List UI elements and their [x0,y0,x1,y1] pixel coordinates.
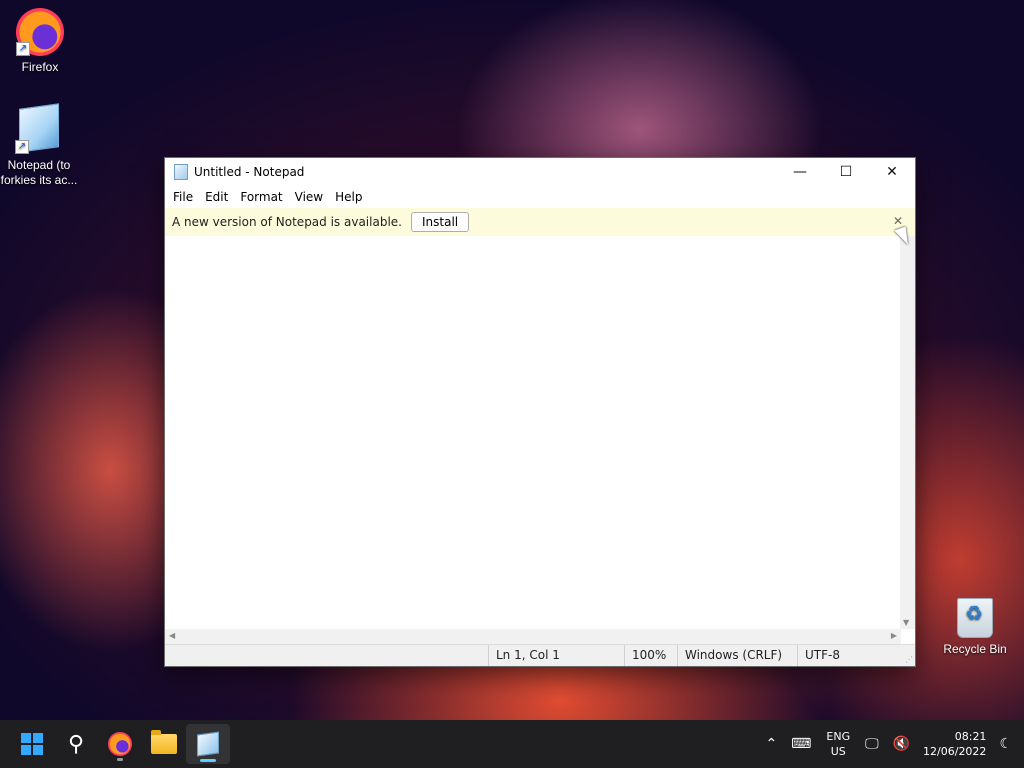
text-editor[interactable] [165,236,901,629]
chevron-up-icon[interactable]: ⌃ [758,736,784,752]
update-message: A new version of Notepad is available. [172,215,402,229]
resize-grip-icon[interactable]: ⋰ [905,655,913,664]
system-tray: ⌃ ⌨ ENG US 🖵 🔇 08:21 12/06/2022 ☾ [758,720,1024,768]
shortcut-arrow-icon: ↗ [16,42,30,56]
firefox-icon: ↗ [16,8,64,56]
vertical-scrollbar[interactable]: ▼ [900,236,915,629]
volume-muted-icon[interactable]: 🔇 [886,736,917,752]
shortcut-arrow-icon: ↗ [15,140,29,154]
notepad-window: Untitled - Notepad — ☐ ✕ File Edit Forma… [164,157,916,667]
desktop-icon-notepad[interactable]: ↗ Notepad (to forkies its ac... [0,103,78,188]
desktop-icon-label: Notepad (to forkies its ac... [0,158,78,187]
desktop-icon-firefox[interactable]: ↗ Firefox [0,8,80,75]
clock-time: 08:21 [954,730,987,743]
window-title: Untitled - Notepad [194,165,305,179]
file-explorer-icon [151,730,177,754]
install-button[interactable]: Install [410,212,470,232]
scroll-down-arrow-icon[interactable]: ▼ [903,618,909,627]
network-icon[interactable]: 🖵 [858,736,886,752]
desktop-icon-label: Recycle Bin [943,642,1007,656]
notepad-icon [197,731,219,757]
start-button[interactable] [10,724,54,764]
clock[interactable]: 08:21 12/06/2022 [917,729,992,759]
status-zoom: 100% [624,645,677,666]
moon-icon[interactable]: ☾ [992,736,1024,752]
horizontal-scrollbar[interactable]: ◀ ▶ [165,629,901,645]
scroll-right-arrow-icon[interactable]: ▶ [891,631,897,640]
keyboard-icon[interactable]: ⌨ [784,736,818,752]
desktop-icon-label: Firefox [21,60,59,74]
status-encoding: UTF-8 [797,645,909,666]
menu-view[interactable]: View [289,188,329,206]
menu-bar: File Edit Format View Help [165,186,915,208]
status-bar: Ln 1, Col 1 100% Windows (CRLF) UTF-8 ⋰ [165,644,915,666]
maximize-button[interactable]: ☐ [823,158,869,186]
status-position: Ln 1, Col 1 [488,645,624,666]
taskbar-firefox[interactable] [98,724,142,764]
update-infobar: A new version of Notepad is available. I… [165,208,915,236]
recycle-bin-icon [957,598,993,638]
desktop-icon-recycle-bin[interactable]: Recycle Bin [935,598,1015,657]
search-icon: ⚲ [67,731,85,757]
taskbar-notepad[interactable] [186,724,230,764]
title-bar[interactable]: Untitled - Notepad — ☐ ✕ [165,158,915,186]
notepad-app-icon [174,164,188,180]
menu-file[interactable]: File [167,188,199,206]
infobar-close-icon[interactable]: ✕ [893,214,903,228]
scroll-left-arrow-icon[interactable]: ◀ [169,631,175,640]
taskbar: ⚲ ⌃ ⌨ ENG US 🖵 🔇 08:21 12/06/2022 ☾ [0,720,1024,768]
menu-help[interactable]: Help [329,188,368,206]
notepad-icon: ↗ [15,103,63,154]
status-line-ending: Windows (CRLF) [677,645,797,666]
firefox-icon [108,732,132,756]
menu-edit[interactable]: Edit [199,188,234,206]
taskbar-file-explorer[interactable] [142,724,186,764]
language-code: ENG [826,730,851,743]
minimize-button[interactable]: — [777,158,823,186]
windows-logo-icon [21,733,43,755]
language-region: US [830,745,846,758]
menu-format[interactable]: Format [234,188,288,206]
search-button[interactable]: ⚲ [54,724,98,764]
clock-date: 12/06/2022 [923,745,987,758]
language-indicator[interactable]: ENG US [818,729,858,759]
close-button[interactable]: ✕ [869,158,915,186]
